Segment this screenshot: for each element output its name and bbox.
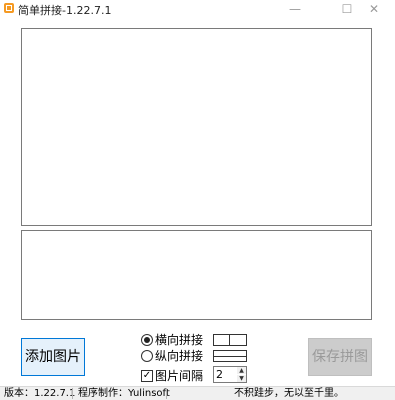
save-stitch-button[interactable]: 保存拼图 xyxy=(308,338,372,376)
spacing-value[interactable]: 2 xyxy=(216,368,223,381)
spacing-label[interactable]: 图片间隔 xyxy=(155,369,203,383)
image-list-area[interactable] xyxy=(21,230,372,320)
horizontal-layout-icon xyxy=(213,334,247,346)
vertical-radio[interactable] xyxy=(141,350,153,362)
close-button[interactable]: ✕ xyxy=(354,0,394,18)
status-divider xyxy=(166,388,167,399)
status-divider xyxy=(72,388,73,399)
minimize-button[interactable]: — xyxy=(275,0,315,18)
title-bar: 简单拼接-1.22.7.1 — ☐ ✕ xyxy=(0,0,395,18)
status-motto: 不积跬步，无以至千里。 xyxy=(234,388,344,399)
spacing-stepper[interactable]: 2 ▲ ▼ xyxy=(213,366,247,383)
app-icon xyxy=(4,3,14,13)
horizontal-label[interactable]: 横向拼接 xyxy=(155,333,203,347)
add-image-button[interactable]: 添加图片 xyxy=(21,338,85,376)
spin-down-icon[interactable]: ▼ xyxy=(237,375,246,382)
window-title: 简单拼接-1.22.7.1 xyxy=(18,4,112,17)
spacing-checkbox[interactable]: ✓ xyxy=(141,370,153,382)
horizontal-radio[interactable] xyxy=(141,334,153,346)
stitch-preview-area[interactable] xyxy=(21,28,372,226)
status-bar: 版本：1.22.7.1 程序制作：Yulinsoft 不积跬步，无以至千里。 xyxy=(0,386,395,400)
spin-up-icon[interactable]: ▲ xyxy=(237,367,246,374)
vertical-label[interactable]: 纵向拼接 xyxy=(155,349,203,363)
status-version: 版本：1.22.7.1 xyxy=(4,388,76,399)
status-author: 程序制作：Yulinsoft xyxy=(78,388,170,399)
vertical-layout-icon xyxy=(213,350,247,362)
